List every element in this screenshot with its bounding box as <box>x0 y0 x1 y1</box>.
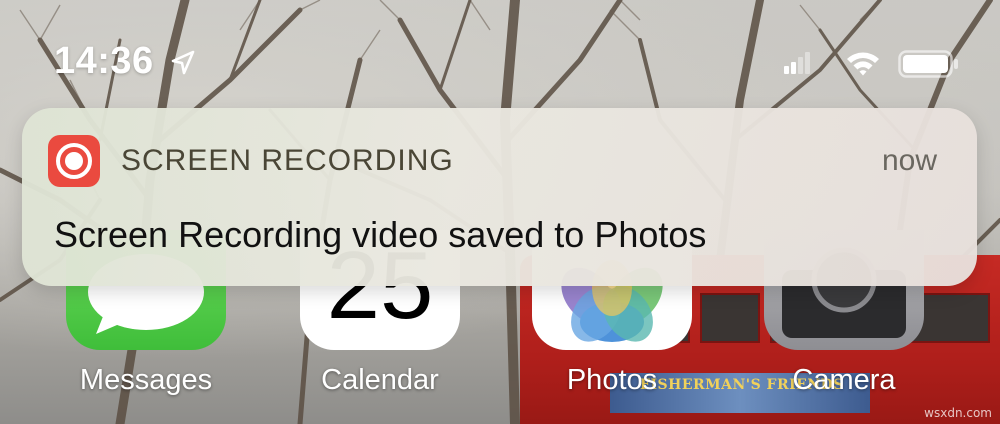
cellular-signal-icon <box>784 52 810 74</box>
photos-label[interactable]: Photos <box>512 364 712 397</box>
screen-record-icon <box>56 143 92 179</box>
notification-time: now <box>881 144 937 177</box>
battery-icon <box>898 50 958 78</box>
status-time: 14:36 <box>54 40 154 82</box>
notification-app-name: SCREEN RECORDING <box>121 144 454 177</box>
status-bar: 14:36 <box>0 0 1000 100</box>
notification-message: Screen Recording video saved to Photos <box>54 214 707 255</box>
location-arrow-icon <box>171 50 195 75</box>
camera-label[interactable]: Camera <box>744 364 944 397</box>
notification-banner[interactable]: SCREEN RECORDING now Screen Recording vi… <box>22 108 977 286</box>
calendar-label[interactable]: Calendar <box>280 364 480 397</box>
bus-window <box>700 293 760 343</box>
wifi-icon <box>847 52 879 76</box>
screen-record-app-badge <box>48 135 100 187</box>
watermark: wsxdn.com <box>924 406 992 420</box>
messages-label[interactable]: Messages <box>46 364 246 397</box>
